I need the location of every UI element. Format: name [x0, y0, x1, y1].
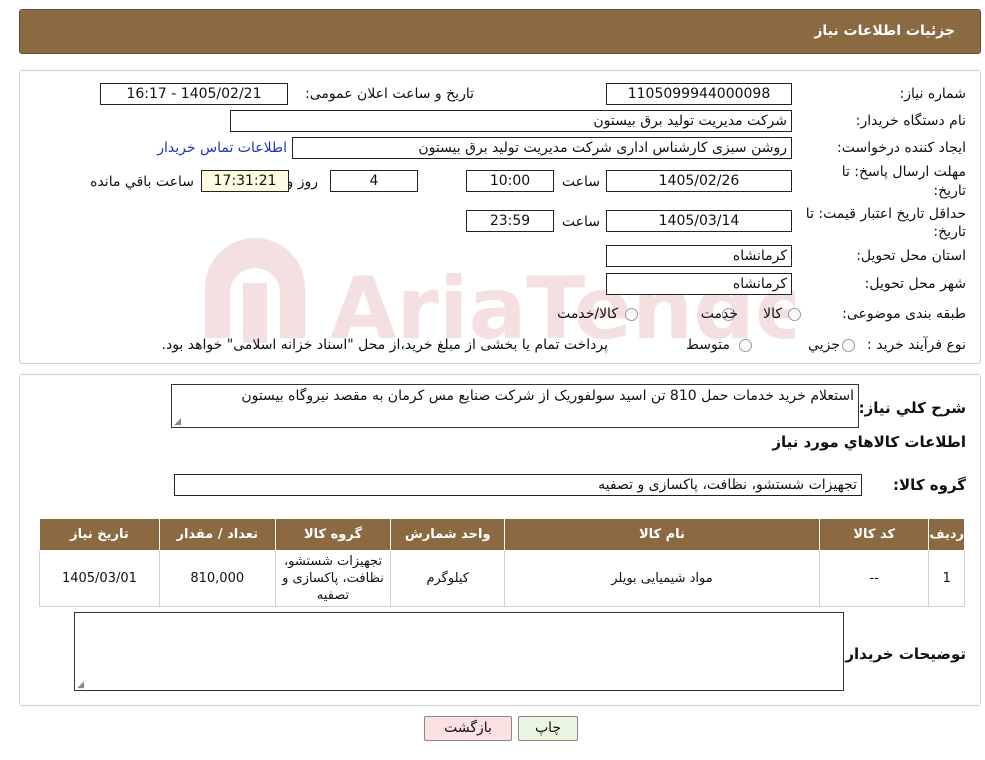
- goods-group-field: تجهیزات شستشو، نظافت، پاکسازی و تصفیه: [174, 474, 862, 496]
- remaining-days-field: 4: [330, 170, 418, 192]
- col-header-quantity: تعداد / مقدار: [158, 518, 276, 551]
- province-label: استان محل تحویل:: [856, 248, 966, 264]
- back-button[interactable]: بازگشت: [424, 716, 512, 741]
- buyer-org-label: نام دستگاه خریدار:: [855, 113, 966, 129]
- cell-row-number: 1: [928, 550, 965, 607]
- col-header-goods-group: گروه کالا: [274, 518, 392, 551]
- requester-label: ایجاد کننده درخواست:: [837, 140, 966, 156]
- remaining-time-label: ساعت باقي مانده: [90, 174, 194, 190]
- cell-goods-code: --: [818, 550, 930, 607]
- deadline-date-field: 1405/02/26: [606, 170, 792, 192]
- need-number-label: شماره نیاز:: [899, 86, 967, 102]
- process-radio-medium[interactable]: [739, 339, 752, 352]
- page-title: جزئیات اطلاعات نیاز: [814, 23, 955, 39]
- validity-label: حداقل تاریخ اعتبار قیمت: تا: [805, 206, 966, 222]
- announce-label: تاریخ و ساعت اعلان عمومی:: [305, 86, 474, 102]
- buyer-contact-link[interactable]: اطلاعات تماس خریدار: [157, 140, 287, 156]
- buyer-notes-textarea[interactable]: ◢: [74, 612, 844, 691]
- announce-datetime-field: 1405/02/21 - 16:17: [100, 83, 288, 105]
- deadline-time-field: 10:00: [466, 170, 554, 192]
- category-option-goods-service: کالا/خدمت: [557, 306, 618, 322]
- buyer-org-field: شرکت مدیریت تولید برق بیستون: [230, 110, 792, 132]
- description-textarea[interactable]: استعلام خرید خدمات حمل 810 تن اسید سولفو…: [171, 384, 859, 428]
- process-option-minor: جزیي: [808, 337, 840, 353]
- cell-goods-group: تجهیزات شستشو، نظافت، پاکسازی و تصفیه: [274, 550, 392, 607]
- cell-quantity: 810,000: [158, 550, 276, 607]
- requester-field: روشن سبزی کارشناس اداری شرکت مدیریت تولی…: [292, 137, 792, 159]
- description-text: استعلام خرید خدمات حمل 810 تن اسید سولفو…: [241, 388, 854, 404]
- col-header-need-date: تاریخ نیاز: [39, 518, 160, 551]
- process-option-medium: متوسط: [686, 337, 730, 353]
- page-header: جزئیات اطلاعات نیاز: [19, 9, 981, 54]
- validity-time-label: ساعت: [561, 214, 600, 230]
- category-radio-goods-service[interactable]: [625, 308, 638, 321]
- cell-need-date: 1405/03/01: [39, 550, 160, 607]
- validity-date-field: 1405/03/14: [606, 210, 792, 232]
- deadline-label: مهلت ارسال پاسخ: تا: [841, 164, 966, 180]
- resize-grip-icon[interactable]: ◢: [173, 418, 181, 427]
- goods-table-header-row: ردیف کد کالا نام کالا واحد شمارش گروه کا…: [39, 518, 965, 551]
- category-option-service: خدمت: [700, 306, 738, 322]
- province-field: کرمانشاه: [606, 245, 792, 267]
- remaining-time-field: 17:31:21: [201, 170, 289, 192]
- table-row: 1 -- مواد شیمیایی بویلر کیلوگرم تجهیزات …: [39, 550, 965, 607]
- validity-time-field: 23:59: [466, 210, 554, 232]
- goods-info-title: اطلاعات کالاهاي مورد نیاز: [772, 433, 966, 451]
- goods-group-label: گروه کالا:: [893, 476, 966, 494]
- category-radio-goods[interactable]: [788, 308, 801, 321]
- goods-table: ردیف کد کالا نام کالا واحد شمارش گروه کا…: [39, 518, 965, 607]
- category-label: طبقه بندی موضوعی:: [842, 306, 966, 322]
- col-header-goods-name: نام کالا: [504, 518, 820, 551]
- process-note: پرداخت تمام یا بخشی از مبلغ خرید،از محل …: [161, 337, 608, 353]
- validity-label-date: تاریخ:: [933, 224, 966, 240]
- cell-unit: کیلوگرم: [390, 550, 506, 607]
- need-number-field: 1105099944000098: [606, 83, 792, 105]
- col-header-goods-code: کد کالا: [818, 518, 930, 551]
- cell-goods-name: مواد شیمیایی بویلر: [504, 550, 820, 607]
- resize-grip-icon[interactable]: ◢: [76, 681, 84, 690]
- deadline-label-date: تاریخ:: [933, 183, 966, 199]
- print-button[interactable]: چاپ: [518, 716, 578, 741]
- days-label: روز و: [286, 174, 319, 190]
- process-radio-minor[interactable]: [842, 339, 855, 352]
- col-header-unit: واحد شمارش: [390, 518, 506, 551]
- city-label: شهر محل تحویل:: [864, 276, 966, 292]
- category-option-goods: کالا: [763, 306, 782, 322]
- buyer-notes-label: توضیحات خریدار:: [839, 645, 966, 663]
- process-label: نوع فرآیند خرید :: [867, 337, 966, 353]
- city-field: کرمانشاه: [606, 273, 792, 295]
- description-label: شرح کلي نیاز:: [858, 399, 966, 417]
- col-header-row-number: ردیف: [928, 518, 965, 551]
- deadline-time-label: ساعت: [561, 174, 600, 190]
